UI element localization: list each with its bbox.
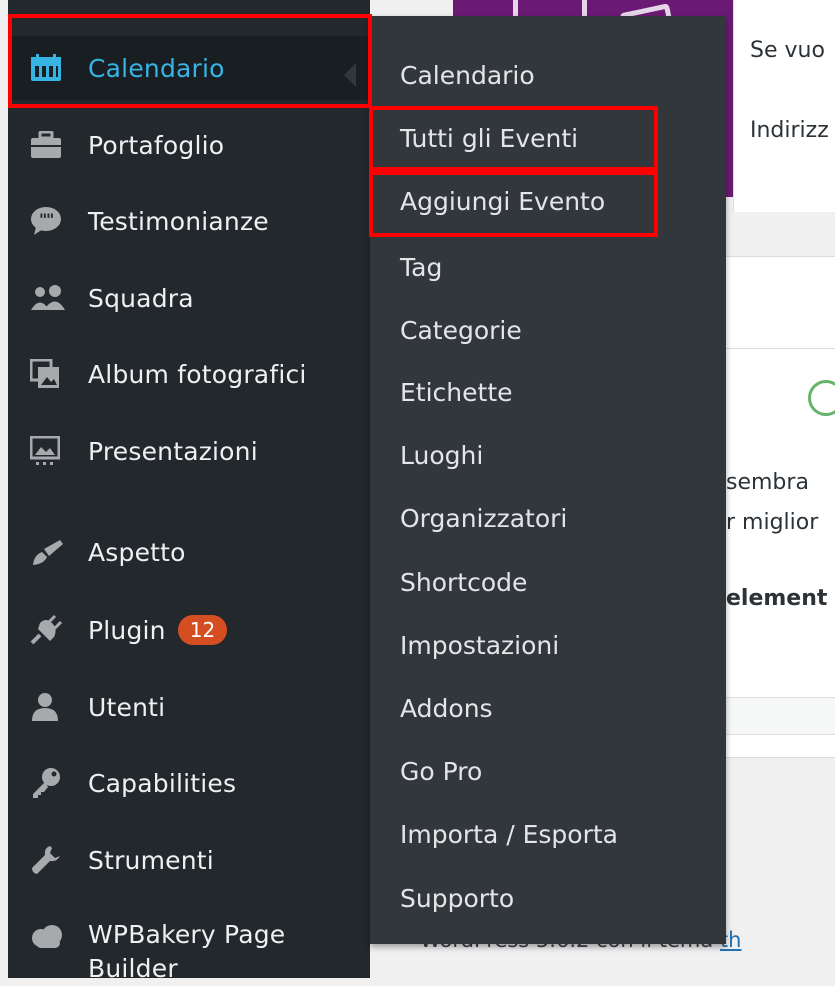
sidebar-item-label: Capabilities: [88, 768, 237, 798]
welcome-panel: Se vuo Indirizz: [733, 0, 835, 212]
sidebar-item-album-fotografici[interactable]: Album fotografici: [8, 342, 370, 406]
submenu-go-pro[interactable]: Go Pro: [400, 751, 482, 791]
sidebar-item-squadra[interactable]: Squadra: [8, 266, 370, 330]
sidebar-item-presentazioni[interactable]: Presentazioni: [8, 419, 370, 483]
sidebar-item-calendario[interactable]: Calendario: [8, 36, 370, 100]
sidebar-item-label: Portafoglio: [88, 130, 225, 160]
submenu-shortcode[interactable]: Shortcode: [400, 562, 527, 602]
submenu-supporto[interactable]: Supporto: [400, 878, 514, 918]
sidebar-item-portafoglio[interactable]: Portafoglio: [8, 113, 370, 177]
submenu-impostazioni[interactable]: Impostazioni: [400, 625, 559, 665]
sidebar-item-plugin[interactable]: Plugin 12: [8, 598, 370, 662]
sidebar-item-label: Squadra: [88, 283, 194, 313]
submenu-importa-esporta[interactable]: Importa / Esporta: [400, 814, 618, 854]
sidebar-item-wpbakery[interactable]: WPBakery Page Builder: [8, 904, 370, 983]
submenu-organizzatori[interactable]: Organizzatori: [400, 498, 567, 538]
sidebar-item-label: WPBakery Page Builder: [88, 920, 286, 983]
calendar-submenu: Calendario Tutti gli Eventi Aggiungi Eve…: [370, 16, 726, 944]
submenu-categorie[interactable]: Categorie: [400, 310, 522, 350]
sidebar-item-aspetto[interactable]: Aspetto: [8, 520, 370, 584]
briefcase-icon: [30, 130, 68, 160]
cloud-icon: [30, 922, 68, 952]
sidebar-item-utenti[interactable]: Utenti: [8, 675, 370, 739]
submenu-aggiungi-evento[interactable]: Aggiungi Evento: [400, 181, 605, 221]
submenu-addons[interactable]: Addons: [400, 688, 493, 728]
svg-text:": ": [46, 210, 54, 229]
sidebar-item-label: Presentazioni: [88, 436, 258, 466]
sidebar-item-label: Utenti: [88, 692, 166, 722]
welcome-text: Se vuo: [750, 38, 825, 63]
sidebar-item-label: Testimonianze: [88, 206, 269, 236]
sidebar-item-label: Calendario: [88, 53, 225, 83]
sidebar-item-testimonianze[interactable]: " " Testimonianze: [8, 189, 370, 253]
team-icon: [30, 283, 68, 313]
submenu-tag[interactable]: Tag: [400, 247, 442, 287]
submenu-luoghi[interactable]: Luoghi: [400, 435, 483, 475]
paintbrush-icon: [30, 537, 68, 567]
active-indicator-arrow: [344, 63, 356, 87]
submenu-calendario[interactable]: Calendario: [400, 55, 535, 95]
welcome-text: Indirizz: [750, 118, 829, 143]
sidebar-item-label: Aspetto: [88, 537, 186, 567]
submenu-etichette[interactable]: Etichette: [400, 372, 513, 412]
card-text: r miglior: [726, 510, 819, 535]
sidebar-item-label: Plugin: [88, 615, 166, 645]
sidebar-item-capabilities[interactable]: Capabilities: [8, 751, 370, 815]
admin-sidebar: Calendario Portafoglio " " Testimonianze …: [8, 0, 370, 983]
slideshow-icon: [30, 436, 68, 466]
plugin-icon: [30, 615, 68, 645]
user-icon: [30, 692, 68, 722]
sidebar-item-label: Album fotografici: [88, 359, 307, 389]
wrench-icon: [30, 845, 68, 875]
sidebar-item-strumenti[interactable]: Strumenti: [8, 828, 370, 892]
card-text: sembra: [726, 470, 809, 495]
quote-bubble-icon: " ": [30, 206, 68, 236]
key-icon: [30, 768, 68, 798]
update-count-badge: 12: [177, 615, 228, 645]
sidebar-item-label: Strumenti: [88, 845, 214, 875]
card-text: element: [726, 586, 828, 611]
photo-album-icon: [30, 359, 68, 389]
calendar-icon: [30, 53, 68, 83]
submenu-tutti-gli-eventi[interactable]: Tutti gli Eventi: [400, 118, 578, 158]
